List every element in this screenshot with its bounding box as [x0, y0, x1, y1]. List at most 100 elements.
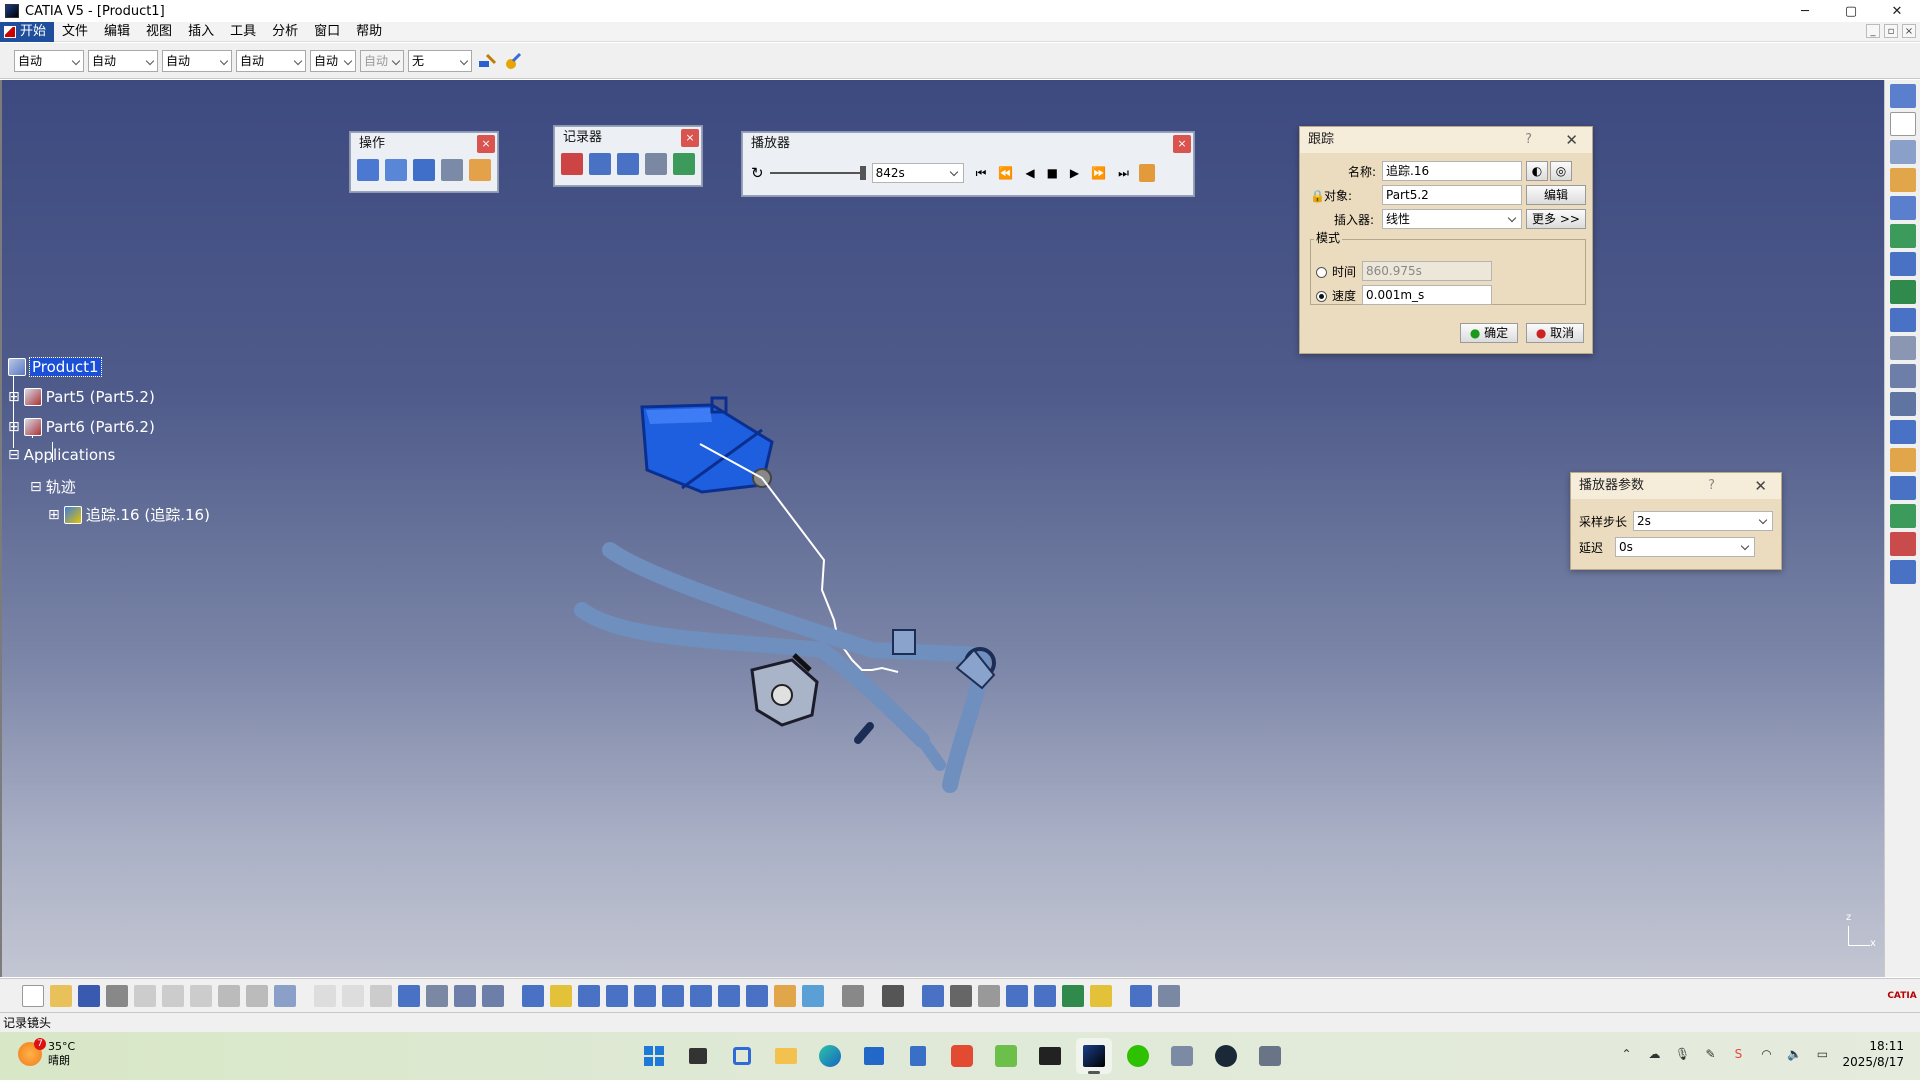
- steam-icon[interactable]: [1208, 1038, 1244, 1074]
- zoom-in-icon[interactable]: [634, 984, 656, 1007]
- cancel-button[interactable]: ● 取消: [1526, 323, 1584, 343]
- mdi-restore-button[interactable]: ▫: [1884, 24, 1898, 38]
- name-field[interactable]: 追踪.16: [1382, 161, 1522, 181]
- close-icon[interactable]: ✕: [1565, 127, 1578, 153]
- menu-window[interactable]: 窗口: [306, 22, 348, 42]
- delay-select[interactable]: 0s: [1615, 537, 1755, 557]
- microsoft-store-icon[interactable]: [856, 1038, 892, 1074]
- measure-icon[interactable]: [1889, 364, 1916, 388]
- print-icon[interactable]: [106, 984, 128, 1007]
- windows-start-icon[interactable]: [636, 1038, 672, 1074]
- sequence-icon[interactable]: [1889, 224, 1916, 248]
- new-document-icon[interactable]: [22, 984, 44, 1007]
- structure-icon[interactable]: [482, 984, 504, 1007]
- help-icon[interactable]: ?: [1708, 473, 1715, 499]
- tree-node-part5[interactable]: ⊞ Part5 (Part5.2): [8, 388, 155, 406]
- mdi-minimize-button[interactable]: _: [1866, 24, 1880, 38]
- graphic-properties-icon[interactable]: [502, 50, 524, 72]
- smart-move-icon[interactable]: [413, 159, 435, 181]
- modify-position-icon[interactable]: [589, 153, 611, 175]
- distance-icon[interactable]: [1889, 336, 1916, 360]
- jump-end-icon[interactable]: ⏭: [1118, 166, 1129, 181]
- paste-icon[interactable]: [190, 984, 212, 1007]
- sheet-metal-icon[interactable]: [1889, 84, 1916, 108]
- iso-view-icon[interactable]: [718, 984, 740, 1007]
- fit-all-icon[interactable]: [550, 984, 572, 1007]
- tree-node-applications[interactable]: ⊟ Applications: [8, 446, 115, 464]
- cloud-icon[interactable]: ☁: [1646, 1046, 1662, 1062]
- edge-browser-icon[interactable]: [812, 1038, 848, 1074]
- 3d-model[interactable]: [562, 310, 1042, 810]
- table-icon[interactable]: [398, 984, 420, 1007]
- stop-manipulate-icon[interactable]: [469, 159, 491, 181]
- tree-node-product1[interactable]: Product1: [8, 357, 102, 377]
- multi-view-icon[interactable]: [1158, 984, 1180, 1007]
- sampling-step-select[interactable]: 2s: [1633, 511, 1773, 531]
- thermometer-icon[interactable]: [370, 984, 392, 1007]
- help-icon[interactable]: ?: [1525, 127, 1532, 153]
- player-slider-thumb[interactable]: [859, 166, 866, 180]
- save-icon[interactable]: [78, 984, 100, 1007]
- open-folder-icon[interactable]: [50, 984, 72, 1007]
- menu-edit[interactable]: 编辑: [96, 22, 138, 42]
- render-style-combo[interactable]: 无: [408, 49, 472, 72]
- mail-app-icon[interactable]: [1164, 1038, 1200, 1074]
- lighting-icon[interactable]: [1062, 984, 1084, 1007]
- input-method-icon[interactable]: S: [1730, 1046, 1746, 1062]
- recorder-options-icon[interactable]: [645, 153, 667, 175]
- clock[interactable]: 18:11 2025/8/17: [1842, 1038, 1904, 1070]
- volume-icon[interactable]: 🔈: [1786, 1046, 1802, 1062]
- operate-panel-close-button[interactable]: ×: [477, 135, 495, 153]
- rotate-icon[interactable]: [606, 984, 628, 1007]
- tree-node-trace16[interactable]: ⊞ 追踪.16 (追踪.16): [48, 504, 210, 525]
- capture-icon[interactable]: [882, 984, 904, 1007]
- shuttle-icon[interactable]: [1889, 252, 1916, 276]
- time-radio[interactable]: [1316, 267, 1327, 278]
- player-time-field[interactable]: 842s: [871, 163, 964, 183]
- tree-node-track[interactable]: ⊟ 轨迹: [30, 476, 76, 497]
- recorder-panel-close-button[interactable]: ×: [681, 129, 699, 147]
- more-button[interactable]: 更多 >>: [1526, 209, 1586, 229]
- menu-insert[interactable]: 插入: [180, 22, 222, 42]
- task-view-icon[interactable]: [680, 1038, 716, 1074]
- track-icon[interactable]: [1889, 196, 1916, 220]
- maximize-button[interactable]: ▢: [1828, 0, 1874, 22]
- clash-icon[interactable]: [1889, 140, 1916, 164]
- mdi-close-button[interactable]: ×: [1902, 24, 1916, 38]
- redo-icon[interactable]: [246, 984, 268, 1007]
- menu-file[interactable]: 文件: [54, 22, 96, 42]
- speed-field[interactable]: 0.001m_s: [1362, 285, 1492, 305]
- menu-start[interactable]: 开始: [0, 21, 55, 42]
- swap-visible-icon[interactable]: [1130, 984, 1152, 1007]
- snipping-tool-icon[interactable]: [724, 1038, 760, 1074]
- previous-icon[interactable]: [950, 984, 972, 1007]
- delete-position-icon[interactable]: [617, 153, 639, 175]
- archive-app-icon[interactable]: [988, 1038, 1024, 1074]
- viewpoint-icon[interactable]: [1034, 984, 1056, 1007]
- blue-bracket-part[interactable]: [640, 396, 774, 494]
- wechat-icon[interactable]: [1120, 1038, 1156, 1074]
- chevron-up-icon[interactable]: ⌃: [1618, 1046, 1634, 1062]
- player-panel-close-button[interactable]: ×: [1173, 135, 1191, 153]
- close-icon[interactable]: ✕: [1754, 473, 1767, 499]
- transparency-combo[interactable]: 自动: [88, 49, 158, 72]
- section-icon[interactable]: [1889, 392, 1916, 416]
- pen-icon[interactable]: ✎: [1702, 1046, 1718, 1062]
- scene-icon[interactable]: [1889, 476, 1916, 500]
- file-explorer-icon[interactable]: [768, 1038, 804, 1074]
- edit-button[interactable]: 编辑: [1526, 185, 1586, 205]
- settings-icon[interactable]: ◎: [1550, 161, 1572, 181]
- battery-icon[interactable]: ▭: [1814, 1046, 1830, 1062]
- menu-view[interactable]: 视图: [138, 22, 180, 42]
- shading-icon[interactable]: [746, 984, 768, 1007]
- video-icon[interactable]: [1889, 308, 1916, 332]
- product-structure-icon[interactable]: [1889, 560, 1916, 584]
- catia-taskbar-icon[interactable]: [1076, 1038, 1112, 1074]
- minimize-button[interactable]: ─: [1782, 0, 1828, 22]
- player-parameters-icon[interactable]: [1138, 164, 1155, 182]
- grid-icon[interactable]: [842, 984, 864, 1007]
- copy-icon[interactable]: [162, 984, 184, 1007]
- next-icon[interactable]: [978, 984, 1000, 1007]
- snap-icon[interactable]: [385, 159, 407, 181]
- pan-icon[interactable]: [578, 984, 600, 1007]
